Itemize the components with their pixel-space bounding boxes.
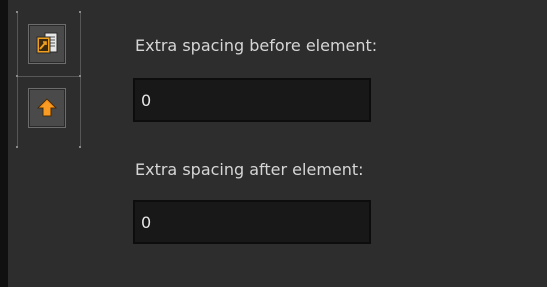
spacing-after-input[interactable] xyxy=(133,200,371,244)
spacing-panel: Extra spacing before element: Extra spac… xyxy=(0,0,547,287)
spacing-after-label: Extra spacing after element: xyxy=(135,160,364,179)
toolbar-corner-dot xyxy=(16,11,18,13)
toolbar-corner-dot xyxy=(79,11,81,13)
panel-left-border xyxy=(0,0,8,287)
toolbar-corner-dot xyxy=(79,75,81,77)
toolbar-corner-dot xyxy=(16,75,18,77)
spacing-before-input[interactable] xyxy=(133,78,371,122)
move-up-button[interactable] xyxy=(28,88,66,128)
arrow-up-icon xyxy=(36,97,58,119)
copy-replace-button[interactable] xyxy=(28,24,66,64)
toolbar-separator xyxy=(17,76,81,77)
spacing-before-label: Extra spacing before element: xyxy=(135,36,378,55)
toolbar-corner-dot xyxy=(79,146,81,148)
toolbar-corner-dot xyxy=(16,146,18,148)
copy-replace-icon xyxy=(33,30,61,58)
